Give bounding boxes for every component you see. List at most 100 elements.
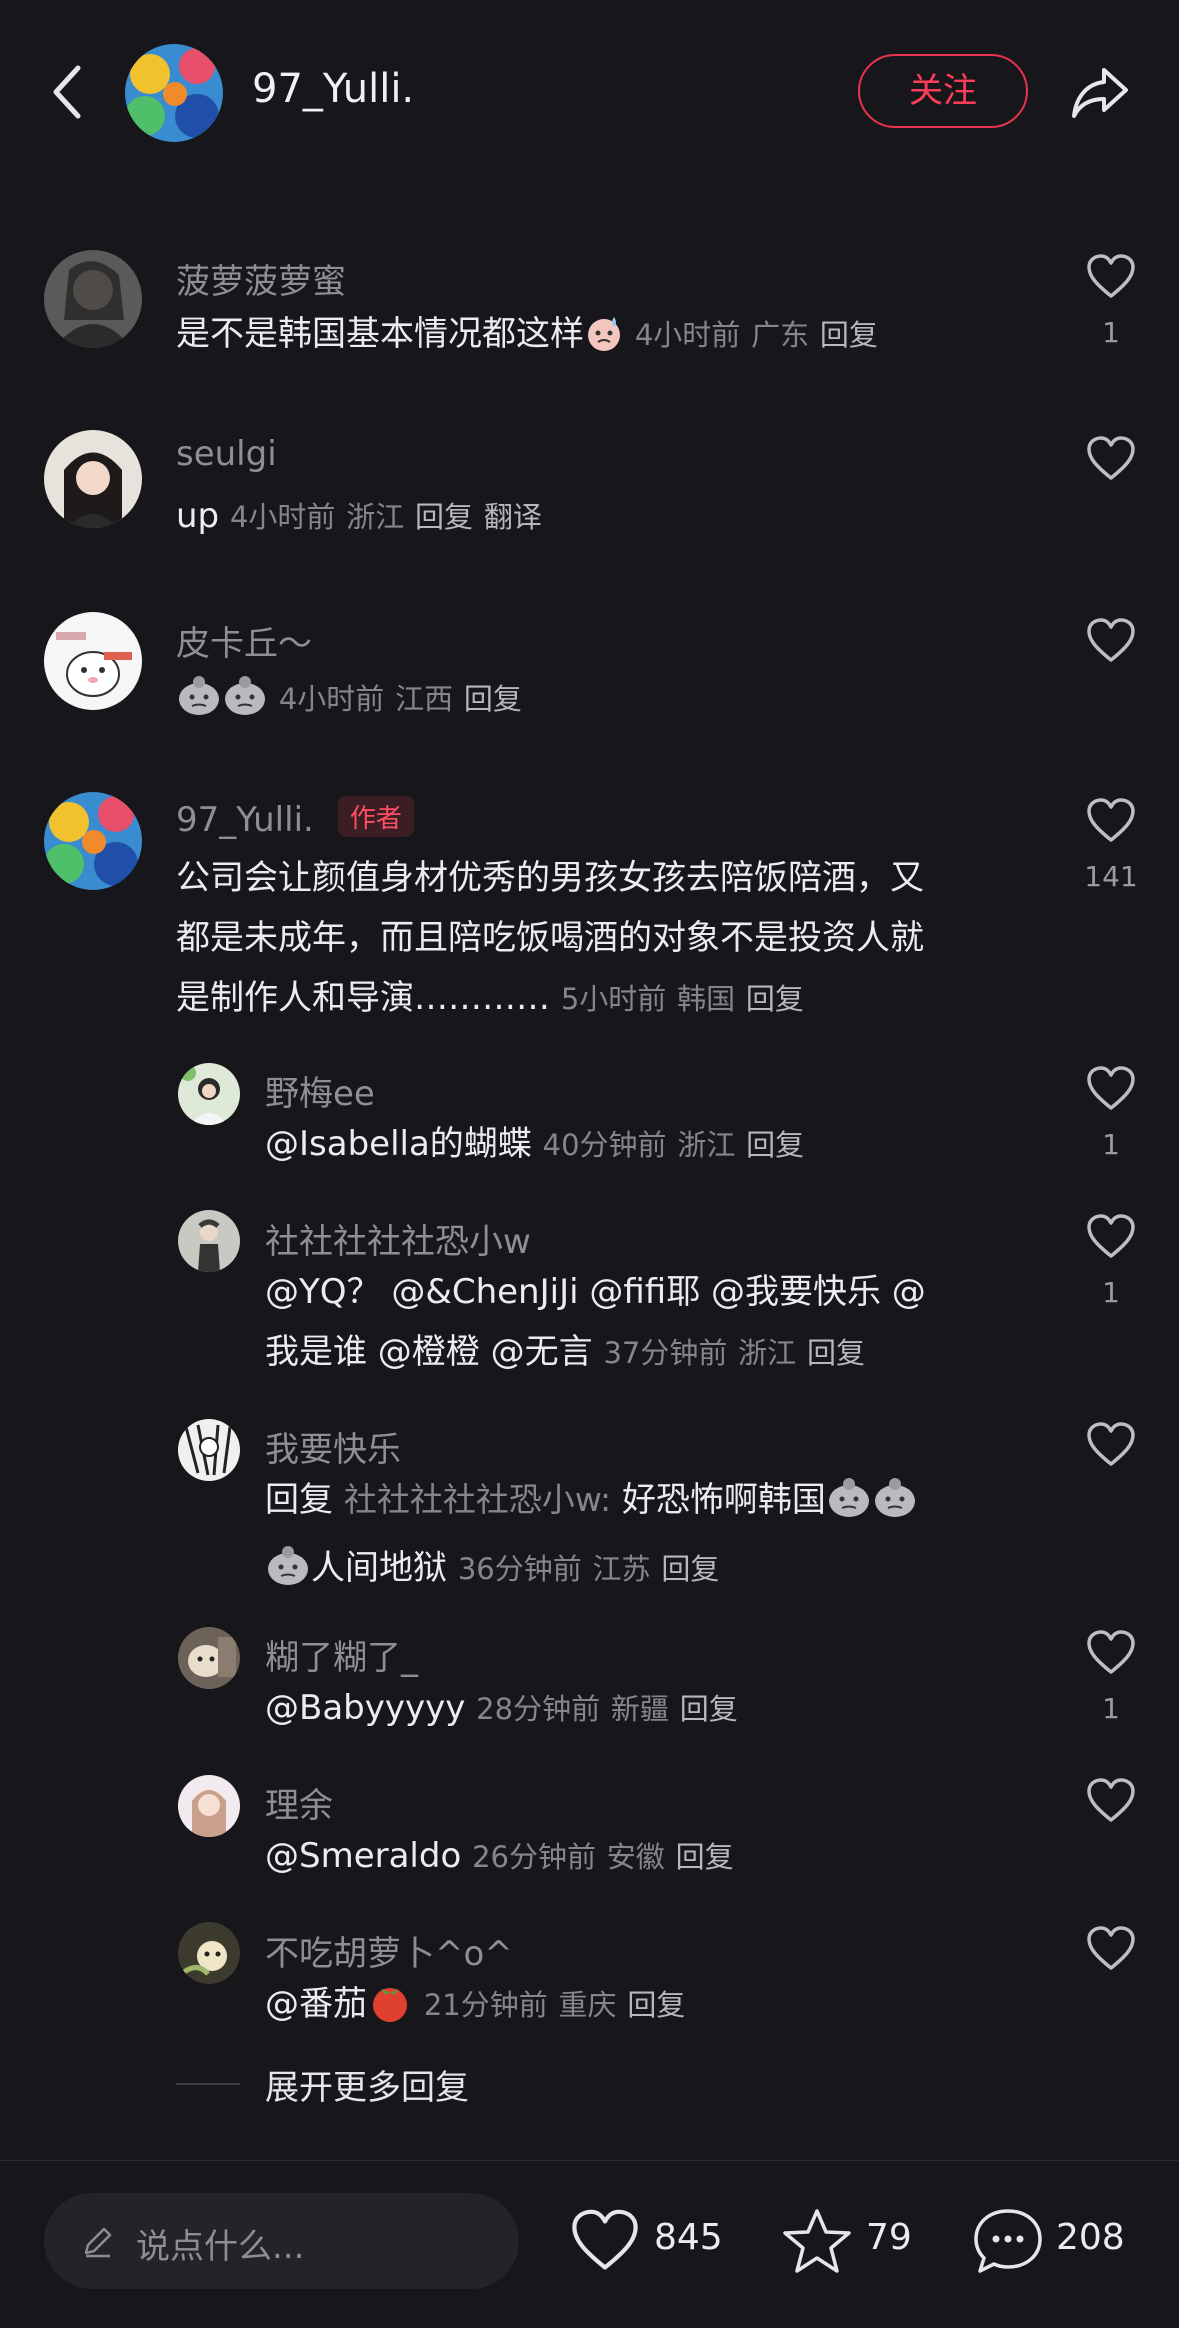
- sweat-face-emoji-icon: [176, 673, 222, 736]
- reply-content: 好恐怖啊韩国: [621, 1480, 826, 1520]
- author-avatar[interactable]: [125, 44, 223, 142]
- follow-button[interactable]: 关注: [858, 54, 1028, 128]
- avatar[interactable]: [178, 1063, 240, 1125]
- reply-button[interactable]: 回复: [680, 1692, 738, 1726]
- expand-replies-button[interactable]: 展开更多回复: [265, 2060, 469, 2109]
- comment-location: 广东: [751, 318, 810, 352]
- comment-text: 公司会让颜值身材优秀的男孩女孩去陪饭陪酒，又 都是未成年，而且陪吃饭喝酒的对象不…: [176, 848, 1056, 1029]
- sweat-face-emoji-icon: [826, 1475, 872, 1538]
- like-count: 1: [1102, 1276, 1120, 1309]
- reply-time: 21分钟前: [423, 1988, 548, 2022]
- like-count: 1: [1102, 1692, 1120, 1725]
- divider: [176, 2083, 240, 2085]
- comment-text: up 4小时前 浙江 回复 翻译: [176, 486, 542, 547]
- like-button[interactable]: [1086, 254, 1136, 300]
- like-button[interactable]: [1086, 618, 1136, 664]
- reply-username[interactable]: 糊了糊了_: [265, 1630, 418, 1679]
- reply-content: @Smeraldo: [265, 1836, 462, 1876]
- reply-button[interactable]: 回复: [820, 318, 878, 352]
- reply-location: 新疆: [610, 1692, 669, 1726]
- reply-text: @番茄 21分钟前 重庆 回复: [265, 1974, 685, 2042]
- like-count: 1: [1102, 1128, 1120, 1161]
- avatar[interactable]: [178, 1775, 240, 1837]
- reply-text: @Smeraldo 26分钟前 安徽 回复: [265, 1826, 734, 1887]
- reply-time: 36分钟前: [457, 1552, 582, 1586]
- reply-location: 重庆: [558, 1988, 617, 2022]
- share-arrow-icon: [1072, 68, 1128, 118]
- comment-username[interactable]: 菠萝菠萝蜜: [176, 254, 346, 303]
- like-button[interactable]: [1086, 1926, 1136, 1972]
- avatar[interactable]: [44, 792, 142, 890]
- comment-line: 是制作人和导演…………: [176, 978, 550, 1018]
- like-button[interactable]: [1086, 1422, 1136, 1468]
- favorite-button[interactable]: 79: [782, 2193, 922, 2289]
- like-button[interactable]: [1086, 1214, 1136, 1260]
- reply-username[interactable]: 野梅ee: [265, 1066, 375, 1115]
- like-button[interactable]: [1086, 436, 1136, 482]
- reply-username[interactable]: 社社社社社恐小w: [265, 1214, 531, 1263]
- star-icon: [783, 2209, 851, 2273]
- reply-button[interactable]: 回复: [661, 1552, 719, 1586]
- reply-button[interactable]: 回复: [676, 1840, 734, 1874]
- translate-button[interactable]: 翻译: [484, 500, 542, 534]
- reply-time: 37分钟前: [603, 1336, 728, 1370]
- reply-username[interactable]: 不吃胡萝卜^o^: [265, 1926, 513, 1975]
- avatar[interactable]: [178, 1419, 240, 1481]
- like-button[interactable]: [1086, 1630, 1136, 1676]
- avatar[interactable]: [44, 612, 142, 710]
- crying-face-emoji-icon: [584, 312, 624, 372]
- avatar[interactable]: [178, 1627, 240, 1689]
- author-username[interactable]: 97_Yulli.: [252, 66, 414, 112]
- heart-icon: [1087, 1422, 1135, 1466]
- reply-line-last: 我是谁 @橙橙 @无言 37分钟前 浙江 回复: [265, 1322, 1045, 1383]
- reply-username[interactable]: 理余: [265, 1778, 333, 1827]
- avatar[interactable]: [178, 1210, 240, 1272]
- comment-username[interactable]: 皮卡丘～: [176, 616, 312, 665]
- comment-time: 4小时前: [278, 682, 385, 716]
- reply-time: 28分钟前: [476, 1692, 601, 1726]
- reply-button[interactable]: 回复: [807, 1336, 865, 1370]
- heart-icon: [1087, 254, 1135, 298]
- avatar[interactable]: [44, 250, 142, 348]
- avatar[interactable]: [44, 430, 142, 528]
- reply-content: 人间地狱: [311, 1548, 447, 1588]
- like-button[interactable]: [1086, 1066, 1136, 1112]
- heart-icon: [572, 2209, 638, 2270]
- reply-time: 26分钟前: [472, 1840, 596, 1874]
- author-name[interactable]: 97_Yulli.: [176, 800, 314, 840]
- reply-content: @Babyyyyy: [265, 1688, 466, 1728]
- comment-count: 208: [1056, 2217, 1125, 2258]
- back-button[interactable]: [48, 62, 88, 122]
- sweat-face-emoji-icon: [265, 1543, 311, 1606]
- pencil-icon: [84, 2227, 112, 2258]
- reply-location: 江苏: [592, 1552, 651, 1586]
- comment-text: 4小时前 江西 回复: [176, 668, 522, 736]
- comment-location: 江西: [395, 682, 454, 716]
- reply-button[interactable]: 回复: [746, 1128, 804, 1162]
- comment-username[interactable]: seulgi: [176, 434, 277, 474]
- header: 97_Yulli. 关注: [0, 0, 1179, 180]
- reply-content: @Isabella的蝴蝶: [265, 1124, 532, 1164]
- comments-button[interactable]: 208: [972, 2193, 1142, 2289]
- reply-location: 安徽: [606, 1840, 665, 1874]
- reply-button[interactable]: 回复: [415, 500, 473, 534]
- reply-button[interactable]: 回复: [464, 682, 522, 716]
- like-button[interactable]: [1086, 798, 1136, 844]
- comment-time: 4小时前: [634, 318, 741, 352]
- share-button[interactable]: [1068, 60, 1132, 124]
- comment-bubble-icon: [974, 2209, 1042, 2273]
- reply-target[interactable]: 社社社社社恐小w:: [344, 1480, 611, 1519]
- avatar[interactable]: [178, 1922, 240, 1984]
- like-post-button[interactable]: 845: [570, 2193, 730, 2289]
- comment-input-placeholder: 说点什么...: [136, 2227, 305, 2267]
- reply-username[interactable]: 我要快乐: [265, 1422, 401, 1471]
- reply-button[interactable]: 回复: [746, 982, 804, 1016]
- reply-button[interactable]: 回复: [627, 1988, 685, 2022]
- like-button[interactable]: [1086, 1778, 1136, 1824]
- reply-time: 40分钟前: [542, 1128, 667, 1162]
- author-badge: 作者: [337, 796, 414, 837]
- comment-input[interactable]: 说点什么...: [44, 2193, 519, 2289]
- comment-time: 4小时前: [229, 500, 336, 534]
- like-count: 1: [1102, 316, 1120, 349]
- comment-content: 是不是韩国基本情况都这样: [176, 314, 584, 354]
